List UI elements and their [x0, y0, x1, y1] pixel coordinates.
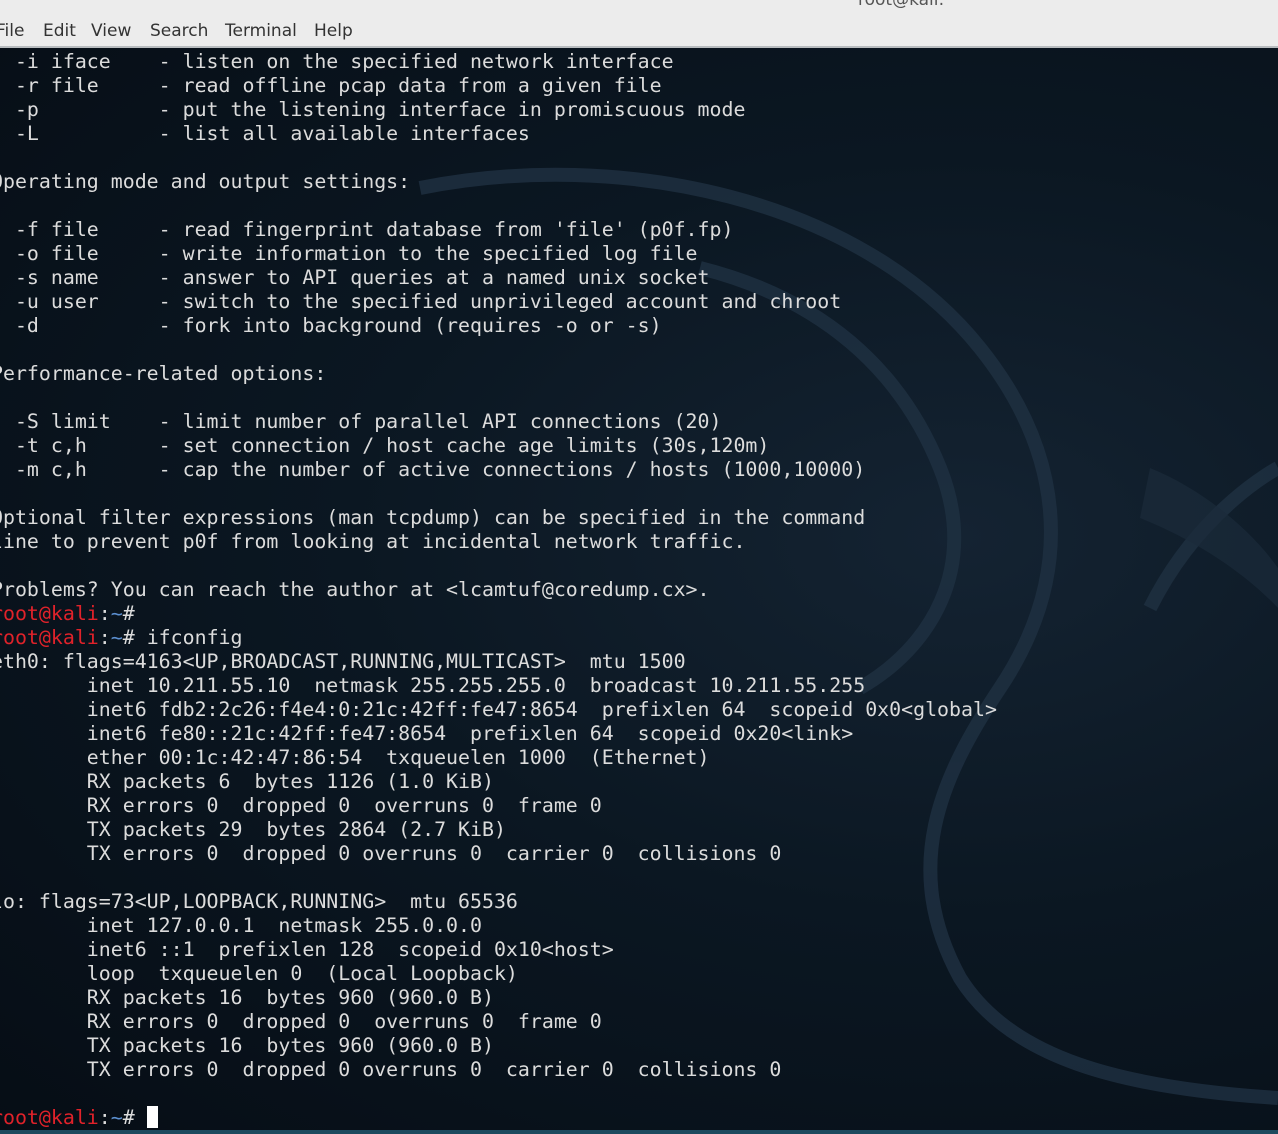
window-title: root@kali: [858, 0, 945, 10]
output-line: -d - fork into background (requires -o o… [0, 314, 662, 337]
output-line: -o file - write information to the speci… [0, 242, 698, 265]
prompt-separator: : [98, 626, 111, 649]
cursor [146, 1106, 158, 1128]
output-line: lo: flags=73<UP,LOOPBACK,RUNNING> mtu 65… [0, 890, 518, 913]
menu-view[interactable]: View [91, 21, 131, 41]
output-line: Performance-related options: [0, 362, 327, 385]
menu-edit[interactable]: Edit [43, 21, 76, 41]
output-line: inet6 ::1 prefixlen 128 scopeid 0x10<hos… [0, 938, 614, 961]
output-line: inet6 fdb2:2c26:f4e4:0:21c:42ff:fe47:865… [0, 698, 997, 721]
title-bar: root@kali: [0, 0, 1278, 18]
prompt-line: root@kali:~# [0, 602, 997, 626]
output-line: eth0: flags=4163<UP,BROADCAST,RUNNING,MU… [0, 650, 686, 673]
terminal-lines: -i iface - listen on the specified netwo… [0, 50, 997, 1130]
prompt-user-host: root@kali [0, 626, 99, 649]
output-line: -i iface - listen on the specified netwo… [0, 50, 674, 73]
prompt-user-host: root@kali [0, 1106, 99, 1129]
output-line: -S limit - limit number of parallel API … [0, 410, 722, 433]
prompt-user-host: root@kali [0, 602, 99, 625]
command-text: ifconfig [146, 626, 243, 649]
output-line: -t c,h - set connection / host cache age… [0, 434, 770, 457]
output-line: RX errors 0 dropped 0 overruns 0 frame 0 [0, 794, 602, 817]
output-line: TX packets 29 bytes 2864 (2.7 KiB) [0, 818, 506, 841]
menu-terminal[interactable]: Terminal [225, 21, 297, 41]
output-line: inet 127.0.0.1 netmask 255.0.0.0 [0, 914, 482, 937]
output-line: -p - put the listening interface in prom… [0, 98, 746, 121]
output-line: RX packets 6 bytes 1126 (1.0 KiB) [0, 770, 494, 793]
prompt-symbol: # [122, 602, 147, 625]
prompt-directory: ~ [110, 1106, 123, 1129]
output-line: TX packets 16 bytes 960 (960.0 B) [0, 1034, 494, 1057]
bottom-border [0, 1130, 1278, 1134]
output-line: ether 00:1c:42:47:86:54 txqueuelen 1000 … [0, 746, 710, 769]
prompt-directory: ~ [110, 626, 123, 649]
prompt-directory: ~ [110, 602, 123, 625]
output-line: TX errors 0 dropped 0 overruns 0 carrier… [0, 842, 782, 865]
output-line: Operating mode and output settings: [0, 170, 411, 193]
output-line: -m c,h - cap the number of active connec… [0, 458, 866, 481]
prompt-line: root@kali:~# [0, 1106, 997, 1130]
terminal-output[interactable]: -i iface - listen on the specified netwo… [0, 48, 1278, 1134]
output-line: inet 10.211.55.10 netmask 255.255.255.0 … [0, 674, 866, 697]
output-line: -u user - switch to the specified unpriv… [0, 290, 842, 313]
output-line: -f file - read fingerprint database from… [0, 218, 734, 241]
output-line: line to prevent p0f from looking at inci… [0, 530, 746, 553]
output-line: Optional filter expressions (man tcpdump… [0, 506, 866, 529]
prompt-separator: : [98, 602, 111, 625]
output-line: Problems? You can reach the author at <l… [0, 578, 710, 601]
output-line: -s name - answer to API queries at a nam… [0, 266, 710, 289]
output-line: RX packets 16 bytes 960 (960.0 B) [0, 986, 494, 1009]
prompt-symbol: # [122, 626, 147, 649]
menu-file[interactable]: File [0, 21, 24, 41]
output-line: inet6 fe80::21c:42ff:fe47:8654 prefixlen… [0, 722, 854, 745]
menu-bar: File Edit View Search Terminal Help [0, 18, 1278, 48]
output-line: RX errors 0 dropped 0 overruns 0 frame 0 [0, 1010, 602, 1033]
output-line: TX errors 0 dropped 0 overruns 0 carrier… [0, 1058, 782, 1081]
prompt-symbol: # [122, 1106, 147, 1129]
menu-search[interactable]: Search [150, 21, 208, 41]
output-line: loop txqueuelen 0 (Local Loopback) [0, 962, 518, 985]
prompt-separator: : [98, 1106, 111, 1129]
prompt-line: root@kali:~# ifconfig [0, 626, 997, 650]
menu-help[interactable]: Help [314, 21, 353, 41]
output-line: -r file - read offline pcap data from a … [0, 74, 662, 97]
output-line: -L - list all available interfaces [0, 122, 530, 145]
